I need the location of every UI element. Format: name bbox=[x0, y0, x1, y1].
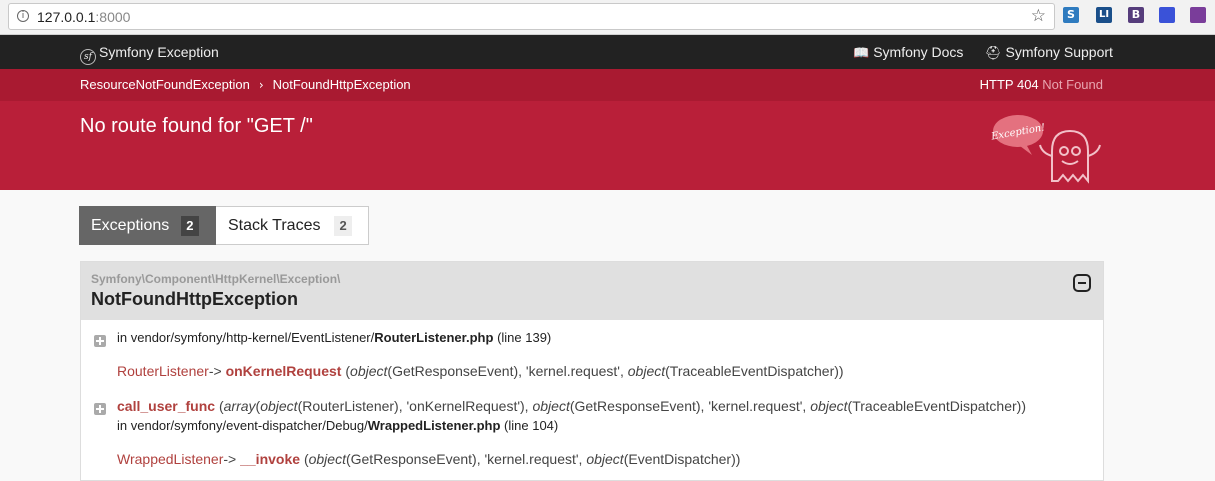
support-label: Symfony Support bbox=[1005, 44, 1113, 60]
arg-type: object bbox=[308, 451, 346, 467]
collapse-toggle-icon[interactable] bbox=[1073, 274, 1091, 292]
arg-value: (GetResponseEvent), 'kernel.request', bbox=[387, 363, 624, 379]
arg-type: object bbox=[260, 398, 298, 414]
status-code: HTTP 404 bbox=[979, 77, 1039, 92]
chevron-right-icon: › bbox=[258, 78, 264, 92]
class-name: WrappedListener bbox=[117, 451, 224, 467]
tab-bar: Exceptions 2 Stack Traces 2 bbox=[79, 206, 369, 245]
address-bar[interactable]: i 127.0.0.1:8000 ☆ bbox=[8, 3, 1055, 30]
file-name: WrappedListener.php bbox=[367, 418, 501, 433]
bootstrap-extension-icon[interactable]: B bbox=[1128, 7, 1144, 23]
call-args: (array(object(RouterListener), 'onKernel… bbox=[218, 398, 1026, 414]
url-host: 127.0.0.1 bbox=[37, 9, 96, 25]
brand-label: Symfony Exception bbox=[99, 44, 219, 60]
breadcrumb-item[interactable]: ResourceNotFoundException bbox=[80, 77, 250, 92]
arg-value: (TraceableEventDispatcher)) bbox=[665, 363, 844, 379]
linkedin-extension-icon[interactable]: LI bbox=[1096, 7, 1112, 23]
expand-plus-icon[interactable] bbox=[94, 403, 106, 415]
lifebuoy-icon: ⛑ bbox=[985, 46, 1002, 61]
method-name: onKernelRequest bbox=[225, 363, 342, 379]
tab-label: Exceptions bbox=[91, 216, 170, 234]
status-text: Not Found bbox=[1042, 77, 1103, 92]
site-info-icon[interactable]: i bbox=[17, 10, 29, 22]
arg-type: object bbox=[350, 363, 388, 379]
stackedit-extension-icon[interactable]: S bbox=[1063, 7, 1079, 23]
url-text[interactable]: 127.0.0.1:8000 bbox=[37, 9, 130, 25]
function-name: call_user_func bbox=[117, 398, 216, 414]
call-args: (object(GetResponseEvent), 'kernel.reque… bbox=[345, 363, 844, 379]
trace-call: RouterListener-> onKernelRequest (object… bbox=[117, 363, 844, 379]
arg-value: (GetResponseEvent), 'kernel.request', bbox=[569, 398, 807, 414]
arg-type: object bbox=[810, 398, 848, 414]
symfony-header: sf Symfony Exception 📖 Symfony Docs ⛑ Symfo… bbox=[0, 35, 1215, 69]
arg-type: array bbox=[223, 398, 256, 414]
trace-call: call_user_func (array(object(RouterListe… bbox=[117, 398, 1026, 414]
breadcrumb-bar: ResourceNotFoundException › NotFoundHttpEx… bbox=[0, 69, 1215, 101]
exception-ghost-icon: Exception! bbox=[990, 115, 1101, 184]
exception-title-area: No route found for "GET /" Exception! bbox=[0, 101, 1215, 190]
arg-type: object bbox=[586, 451, 624, 467]
url-port: :8000 bbox=[95, 9, 131, 25]
arg-value: (GetResponseEvent), 'kernel.request', bbox=[345, 451, 583, 467]
bookmark-extension-icon[interactable] bbox=[1190, 7, 1206, 23]
method-name: __invoke bbox=[240, 451, 301, 467]
count-badge: 2 bbox=[334, 215, 352, 236]
http-status: HTTP 404 Not Found bbox=[980, 77, 1103, 92]
exception-class: NotFoundHttpException bbox=[91, 289, 298, 309]
trace-call: WrappedListener-> __invoke (object(GetRe… bbox=[117, 451, 740, 467]
docs-label: Symfony Docs bbox=[873, 44, 964, 60]
class-name: RouterListener bbox=[117, 363, 209, 379]
call-arrow: -> bbox=[223, 451, 237, 467]
browser-toolbar: i 127.0.0.1:8000 ☆ S LI B bbox=[0, 0, 1215, 35]
call-arrow: -> bbox=[208, 363, 222, 379]
expand-plus-icon[interactable] bbox=[94, 335, 106, 347]
arg-value: (RouterListener), 'onKernelRequest'), bbox=[297, 398, 529, 414]
book-icon: 📖 bbox=[853, 46, 870, 61]
exception-panel: Symfony\Component\HttpKernel\Exception\ … bbox=[80, 261, 1104, 481]
arg-type: object bbox=[627, 363, 666, 379]
bookmark-star-icon[interactable]: ☆ bbox=[1031, 7, 1046, 25]
exception-namespace: Symfony\Component\HttpKernel\Exception\ bbox=[91, 272, 341, 286]
exception-header: Symfony\Component\HttpKernel\Exception\ … bbox=[81, 262, 1103, 320]
call-args: (object(GetResponseEvent), 'kernel.reque… bbox=[303, 451, 741, 467]
arg-value: (TraceableEventDispatcher)) bbox=[847, 398, 1026, 414]
tab-stack-traces[interactable]: Stack Traces 2 bbox=[216, 206, 369, 245]
support-link[interactable]: ⛑ Symfony Support bbox=[985, 44, 1113, 61]
docs-link[interactable]: 📖 Symfony Docs bbox=[853, 44, 963, 61]
arg-value: (EventDispatcher)) bbox=[623, 451, 741, 467]
trace-file-line: in vendor/symfony/http-kernel/EventListe… bbox=[117, 330, 551, 345]
arg-type: object bbox=[532, 398, 570, 414]
breadcrumb: ResourceNotFoundException › NotFoundHttpEx… bbox=[80, 77, 411, 92]
tab-label: Stack Traces bbox=[228, 216, 321, 234]
file-path: in vendor/symfony/http-kernel/EventListe… bbox=[117, 330, 375, 345]
breadcrumb-item[interactable]: NotFoundHttpException bbox=[273, 77, 411, 92]
line-number: (line 104) bbox=[504, 418, 559, 433]
symfony-logo-icon: sf bbox=[80, 49, 96, 65]
trace-file-line: in vendor/symfony/event-dispatcher/Debug… bbox=[117, 418, 558, 433]
line-number: (line 139) bbox=[497, 330, 552, 345]
brand-link[interactable]: sf Symfony Exception bbox=[80, 44, 219, 65]
window-extension-icon[interactable] bbox=[1159, 7, 1175, 23]
count-badge: 2 bbox=[181, 215, 199, 236]
file-name: RouterListener.php bbox=[374, 330, 494, 345]
tab-exceptions[interactable]: Exceptions 2 bbox=[79, 206, 216, 245]
page-title: No route found for "GET /" bbox=[80, 115, 313, 137]
file-path: in vendor/symfony/event-dispatcher/Debug… bbox=[117, 418, 368, 433]
